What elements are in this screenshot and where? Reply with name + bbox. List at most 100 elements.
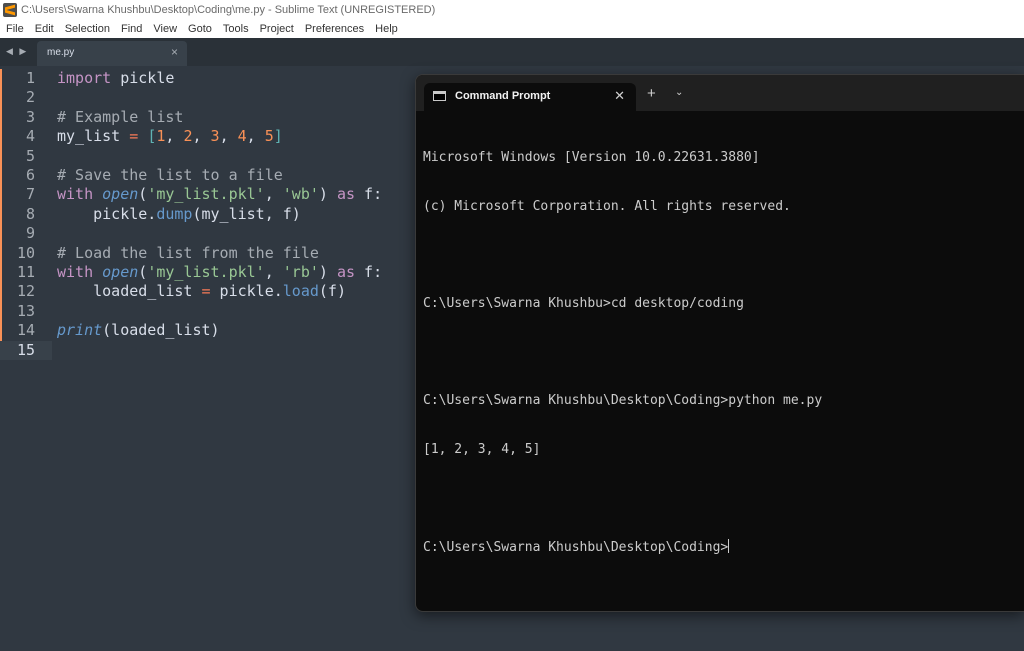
code-token: ,	[264, 263, 283, 281]
editor-tab-bar: ◀ ▶ me.py ×	[0, 38, 1024, 66]
line-number: 8	[25, 204, 35, 223]
terminal-output[interactable]: Microsoft Windows [Version 10.0.22631.38…	[423, 118, 822, 588]
menu-find[interactable]: Find	[121, 23, 142, 35]
line-number: 2	[25, 88, 35, 107]
sublime-logo-icon	[3, 3, 17, 17]
tab-close-icon[interactable]: ×	[171, 45, 178, 59]
menu-preferences[interactable]: Preferences	[305, 23, 364, 35]
menu-goto[interactable]: Goto	[188, 23, 212, 35]
code-token: (	[138, 185, 148, 204]
code-token: open	[102, 263, 139, 281]
terminal-tab-bar: Command Prompt ✕ + ⌄	[416, 75, 1024, 111]
code-token: open	[102, 185, 139, 204]
code-token: pickle.	[57, 204, 157, 223]
line-number: 5	[25, 146, 35, 165]
menu-view[interactable]: View	[153, 23, 177, 35]
title-bar: C:\Users\Swarna Khushbu\Desktop\Coding\m…	[0, 0, 1024, 20]
code-token: ,	[165, 127, 184, 146]
code-token: (	[138, 263, 148, 281]
code-token: (f)	[318, 282, 346, 301]
code-token: 'wb'	[282, 185, 319, 204]
line-number: 6	[25, 166, 35, 184]
code-token: as	[336, 185, 356, 204]
code-token: # Example list	[57, 107, 184, 126]
terminal-tab[interactable]: Command Prompt ✕	[424, 83, 636, 111]
code-token: as	[336, 263, 356, 281]
code-token: # Load the list from the file	[57, 243, 319, 262]
terminal-tab-close-icon[interactable]: ✕	[614, 88, 625, 104]
terminal-line: C:\Users\Swarna Khushbu>cd desktop/codin…	[423, 296, 744, 312]
code-token: 'my_list.pkl'	[147, 263, 265, 281]
code-token: load	[282, 282, 319, 301]
code-text: # Load the list from the file	[57, 244, 319, 263]
code-token: f:	[355, 185, 383, 204]
tab-nav-arrows-icon[interactable]: ◀ ▶	[6, 46, 28, 57]
terminal-tab-label: Command Prompt	[455, 90, 551, 102]
code-token: 4	[237, 127, 247, 146]
code-text: with open('my_list.pkl', 'rb') as f:	[57, 263, 382, 282]
tab-me-py[interactable]: me.py ×	[37, 41, 187, 66]
code-token: 'my_list.pkl'	[147, 185, 265, 204]
code-token: )	[318, 263, 337, 281]
menu-selection[interactable]: Selection	[65, 23, 110, 35]
code-text: with open('my_list.pkl', 'wb') as f:	[57, 185, 382, 204]
code-token: dump	[156, 204, 193, 223]
code-text: loaded_list = pickle.load(f)	[57, 282, 346, 301]
code-token: (my_list, f)	[192, 204, 301, 223]
code-text: pickle.dump(my_list, f)	[57, 205, 301, 224]
code-token: import	[57, 69, 112, 87]
terminal-prompt: C:\Users\Swarna Khushbu\Desktop\Coding>	[423, 540, 729, 556]
line-number: 15	[16, 340, 35, 359]
line-number: 7	[25, 185, 35, 204]
terminal-line: Microsoft Windows [Version 10.0.22631.38…	[423, 150, 760, 166]
menu-help[interactable]: Help	[375, 23, 398, 35]
code-token: with	[57, 263, 94, 281]
code-token: ,	[192, 127, 211, 146]
window-title: C:\Users\Swarna Khushbu\Desktop\Coding\m…	[21, 4, 436, 16]
line-number: 13	[16, 301, 35, 320]
code-token: pickle.	[210, 282, 283, 301]
code-line: 15	[0, 340, 52, 360]
code-token: pickle	[111, 69, 175, 87]
code-token: print	[57, 321, 103, 340]
code-token: 3	[210, 127, 220, 146]
code-token: my_list	[57, 127, 130, 146]
tab-dropdown-chevron-icon[interactable]: ⌄	[675, 87, 683, 98]
menu-edit[interactable]: Edit	[35, 23, 54, 35]
terminal-prompt-line: C:\Users\Swarna Khushbu\Desktop\Coding>	[423, 539, 822, 555]
code-token: =	[129, 127, 139, 146]
terminal-line: (c) Microsoft Corporation. All rights re…	[423, 199, 791, 214]
terminal-icon	[433, 91, 446, 101]
line-number: 10	[16, 243, 35, 262]
terminal-line: C:\Users\Swarna Khushbu\Desktop\Coding>p…	[423, 393, 823, 409]
tab-label: me.py	[47, 47, 75, 58]
menu-file[interactable]: File	[6, 23, 24, 35]
code-token: ,	[264, 185, 283, 204]
code-text: print(loaded_list)	[57, 321, 220, 340]
new-tab-plus-icon[interactable]: +	[647, 85, 656, 102]
code-token: f:	[355, 263, 383, 281]
line-number: 4	[25, 127, 35, 146]
line-number: 12	[16, 282, 35, 301]
code-token: [	[147, 127, 157, 146]
menu-bar: File Edit Selection Find View Goto Tools…	[0, 20, 1024, 38]
code-text: my_list = [1, 2, 3, 4, 5]	[57, 127, 283, 146]
line-number: 14	[16, 321, 35, 340]
menu-tools[interactable]: Tools	[223, 23, 249, 35]
code-token: with	[57, 185, 94, 204]
code-token: ,	[219, 127, 238, 146]
command-prompt-window[interactable]: Command Prompt ✕ + ⌄ Microsoft Windows […	[415, 74, 1024, 612]
code-token: )	[318, 185, 337, 204]
code-text: import pickle	[57, 69, 174, 88]
code-token: loaded_list	[57, 282, 202, 301]
code-token: =	[201, 282, 211, 301]
terminal-line: [1, 2, 3, 4, 5]	[423, 441, 541, 457]
code-text: # Example list	[57, 108, 183, 127]
code-token: ]	[273, 127, 283, 146]
code-token: # Save the list to a file	[57, 166, 283, 184]
menu-project[interactable]: Project	[260, 23, 294, 35]
